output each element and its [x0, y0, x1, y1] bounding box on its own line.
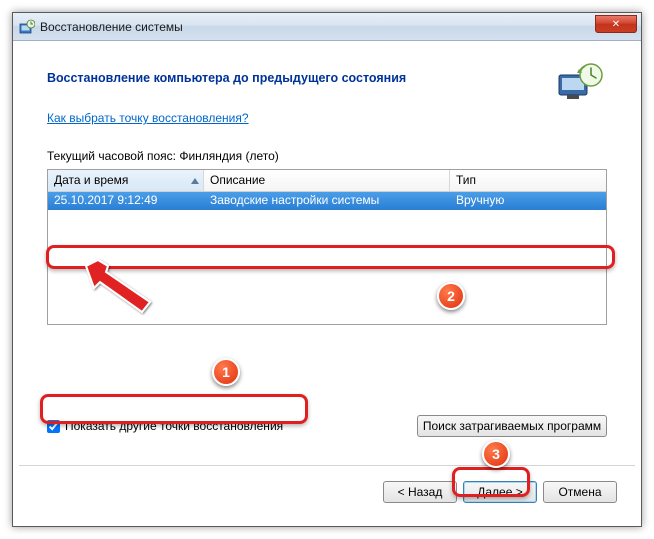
page-heading: Восстановление компьютера до предыдущего…: [47, 71, 615, 85]
restore-points-table: Дата и время Описание Тип 25.10.2017 9:1…: [47, 169, 607, 325]
table-header: Дата и время Описание Тип: [48, 170, 606, 192]
wizard-buttons: < Назад Далее > Отмена: [383, 481, 617, 503]
dialog-body: Восстановление компьютера до предыдущего…: [19, 47, 635, 520]
cell-date: 25.10.2017 9:12:49: [48, 192, 204, 210]
next-button[interactable]: Далее >: [463, 481, 537, 503]
window-frame: Восстановление системы ✕ Восстановление …: [12, 12, 642, 527]
show-more-checkbox-label: Показать другие точки восстановления: [65, 419, 283, 433]
close-button[interactable]: ✕: [595, 15, 637, 33]
back-button[interactable]: < Назад: [383, 481, 457, 503]
timezone-label: Текущий часовой пояс: Финляндия (лето): [19, 125, 635, 169]
separator: [19, 465, 635, 466]
affected-programs-button[interactable]: Поиск затрагиваемых программ: [417, 415, 607, 437]
system-restore-icon: [19, 19, 35, 35]
close-icon: ✕: [612, 19, 620, 30]
titlebar: Восстановление системы ✕: [13, 13, 641, 41]
cell-desc: Заводские настройки системы: [204, 192, 450, 210]
sort-arrow-icon: [191, 178, 199, 184]
table-row[interactable]: 25.10.2017 9:12:49 Заводские настройки с…: [48, 192, 606, 210]
column-header-date[interactable]: Дата и время: [48, 170, 204, 191]
column-header-type[interactable]: Тип: [450, 170, 606, 191]
show-more-checkbox[interactable]: [47, 420, 60, 433]
show-more-checkbox-row[interactable]: Показать другие точки восстановления: [47, 419, 283, 433]
cell-type: Вручную: [450, 192, 606, 210]
help-link[interactable]: Как выбрать точку восстановления?: [47, 111, 249, 125]
window-title: Восстановление системы: [40, 20, 183, 34]
restore-illustration-icon: [555, 61, 605, 101]
cancel-button[interactable]: Отмена: [543, 481, 617, 503]
column-header-desc[interactable]: Описание: [204, 170, 450, 191]
